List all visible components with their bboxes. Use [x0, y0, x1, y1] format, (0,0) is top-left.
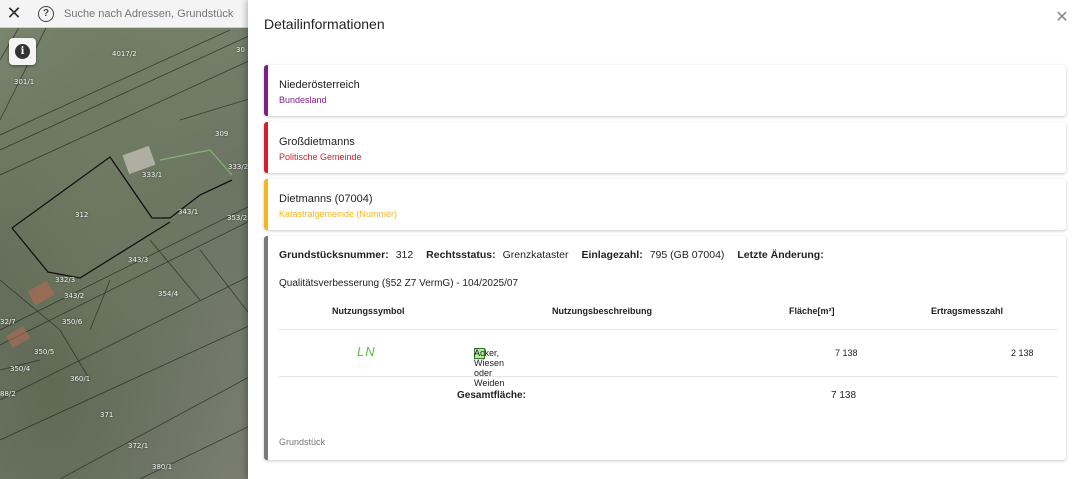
parcel-label: 371 — [100, 411, 114, 419]
parcel-label: 350/4 — [10, 365, 31, 373]
grundstuecksnummer-value: 312 — [395, 249, 414, 261]
parcel-label: 353/2 — [227, 214, 248, 222]
info-icon: i — [15, 44, 30, 59]
einlagezahl-label: Einlagezahl: — [581, 249, 643, 261]
parcel-label: 332/3 — [55, 276, 76, 284]
parcel-label: 333/2 — [228, 163, 249, 171]
table-header: Nutzungssymbol Nutzungsbeschreibung Fläc… — [279, 304, 1057, 330]
gemeinde-title: Großdietmanns — [279, 136, 355, 148]
nutzungssymbol: LN — [357, 344, 376, 359]
cadastral-map[interactable]: 4017/2 301/1 309 333/2 333/1 312 343/1 3… — [0, 0, 262, 479]
close-panel-icon[interactable]: ✕ — [1054, 10, 1070, 26]
katastralgemeinde-title: Dietmanns (07004) — [279, 193, 373, 205]
close-icon[interactable]: ✕ — [0, 0, 28, 28]
parcel-label: 354/4 — [158, 290, 179, 298]
parcel-label: 30 — [236, 46, 245, 54]
card-type-label: Grundstück — [279, 437, 326, 447]
bundesland-card[interactable]: Niederösterreich Bundesland — [264, 65, 1066, 116]
parcel-label: 32/7 — [0, 318, 16, 326]
parcel-label: 88/2 — [0, 390, 16, 398]
parcel-label: 350/6 — [62, 318, 83, 326]
table-row: LN Äcker, Wiesen oder Weiden 7 138 2 138 — [279, 330, 1057, 388]
parcel-label: 333/1 — [142, 171, 163, 179]
ertragsmesszahl-value: 2 138 — [1011, 348, 1034, 358]
column-header-nutzungsbeschreibung: Nutzungsbeschreibung — [552, 306, 653, 316]
grundstueck-facts: Grundstücksnummer: 312 Rechtsstatus: Grenz… — [279, 249, 831, 261]
help-icon[interactable]: ? — [38, 5, 54, 22]
bundesland-title: Niederösterreich — [279, 79, 360, 91]
parcel-label: 343/1 — [178, 208, 199, 216]
detail-panel: Detailinformationen ✕ Niederösterreich B… — [248, 0, 1080, 479]
grundstueck-card: Grundstücksnummer: 312 Rechtsstatus: Grenz… — [264, 236, 1066, 460]
katastralgemeinde-card[interactable]: Dietmanns (07004) Katastralgemeinde (Num… — [264, 179, 1066, 230]
parcel-label: 309 — [215, 130, 229, 138]
column-header-nutzungssymbol: Nutzungssymbol — [332, 306, 405, 316]
parcel-label: 4017/2 — [112, 50, 137, 58]
rechtsstatus-value: Grenzkataster — [502, 249, 569, 261]
letzte-aenderung-label: Letzte Änderung: — [737, 249, 824, 261]
gesamtflaeche-label: Gesamtfläche: — [457, 390, 526, 401]
gesamtflaeche-value: 7 138 — [831, 390, 857, 401]
parcel-label: 343/2 — [64, 292, 85, 300]
rechtsstatus-label: Rechtsstatus: — [426, 249, 496, 261]
map-overlay — [0, 0, 262, 479]
parcel-label: 360/1 — [70, 375, 91, 383]
table-footer: Gesamtfläche: 7 138 — [279, 377, 1057, 415]
search-input[interactable] — [64, 7, 234, 20]
column-header-ertragsmesszahl: Ertragsmesszahl — [931, 306, 1004, 316]
search-bar: ✕ ? — [0, 0, 262, 28]
parcel-label: 380/1 — [152, 463, 173, 471]
grundstuecksnummer-label: Grundstücksnummer: — [279, 249, 389, 261]
parcel-label: 301/1 — [14, 78, 35, 86]
column-header-flaeche: Fläche[m²] — [789, 306, 835, 316]
info-button[interactable]: i — [9, 38, 36, 65]
gemeinde-subtitle: Politische Gemeinde — [279, 152, 362, 162]
bundesland-subtitle: Bundesland — [279, 95, 327, 105]
letzte-aenderung-value: Qualitätsverbesserung (§52 Z7 VermG) - 1… — [279, 278, 519, 289]
parcel-label: 372/1 — [128, 442, 149, 450]
parcel-label: 343/3 — [128, 256, 149, 264]
flaeche-value: 7 138 — [835, 348, 858, 358]
katastralgemeinde-subtitle: Katastralgemeinde (Nummer) — [279, 209, 398, 219]
parcel-label: 350/5 — [34, 348, 55, 356]
einlagezahl-value: 795 (GB 07004) — [649, 249, 725, 261]
gemeinde-card[interactable]: Großdietmanns Politische Gemeinde — [264, 122, 1066, 173]
parcel-label: 312 — [75, 211, 89, 219]
panel-title: Detailinformationen — [264, 16, 385, 32]
